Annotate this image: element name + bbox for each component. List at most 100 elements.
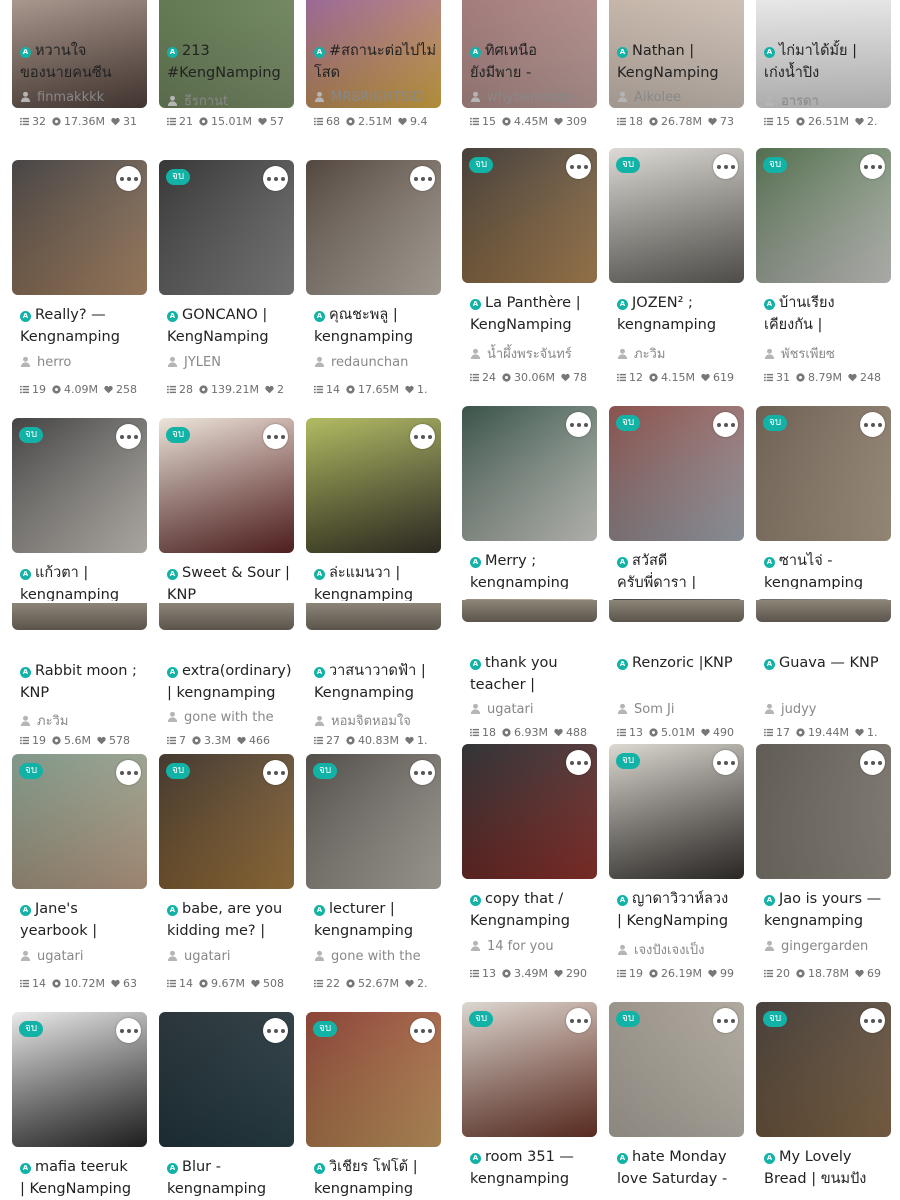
author-name[interactable]: whybemoody bbox=[470, 90, 597, 105]
story-card[interactable]: จบ A ญาดาวิวาห์ลวง | KengNamping เจงปังเจงเป… bbox=[609, 744, 744, 984]
more-options-icon[interactable] bbox=[713, 1008, 738, 1033]
story-card[interactable]: A คุณชะพลู | kengnamping redaunchan 14 17.65M… bbox=[306, 160, 441, 400]
story-card[interactable]: A ทิศเหนือ ยังมีพาย - whybemoody 15 4.45M 309 bbox=[462, 0, 597, 140]
story-cover-image[interactable]: จบ bbox=[159, 418, 294, 553]
story-cover-image[interactable]: จบ bbox=[159, 160, 294, 295]
author-name[interactable]: Aikolee bbox=[617, 90, 744, 105]
story-title[interactable]: A Jane's yearbook | bbox=[20, 898, 147, 942]
story-card[interactable]: จบ A แก้วตา | kengnamping bbox=[12, 418, 147, 601]
story-cover-image[interactable] bbox=[462, 744, 597, 879]
story-title[interactable]: Aextra(ordinary) | kengnamping bbox=[167, 660, 294, 704]
story-title[interactable]: A ไก่มาได้มั้ย | เก่งน้ำปิง bbox=[764, 40, 891, 84]
more-options-icon[interactable] bbox=[566, 154, 591, 179]
story-cover-image[interactable]: จบ bbox=[306, 754, 441, 889]
story-card[interactable]: Aextra(ordinary) | kengnamping gone with t… bbox=[159, 607, 294, 760]
author-name[interactable]: finmakkkk bbox=[20, 90, 147, 105]
author-name[interactable]: herro bbox=[20, 355, 147, 370]
story-cover-image[interactable] bbox=[12, 160, 147, 295]
story-card[interactable]: จบ A บ้านเรียง เคียงกัน | พัชรเพียซ 31 8.79M 24… bbox=[756, 148, 891, 388]
author-name[interactable]: ภะวิม bbox=[20, 710, 147, 731]
story-card[interactable]: A วาสนาวาดฟ้า | Kengnamping หอมจิตหอมใจ 27 40… bbox=[306, 607, 441, 760]
more-options-icon[interactable] bbox=[263, 166, 288, 191]
more-options-icon[interactable] bbox=[116, 1018, 141, 1043]
more-options-icon[interactable] bbox=[566, 750, 591, 775]
author-name[interactable]: ภะวิม bbox=[617, 343, 744, 364]
story-title[interactable]: A Merry ; kengnamping bbox=[470, 550, 597, 589]
author-name[interactable]: MRBRIGHTSID bbox=[314, 90, 441, 105]
story-title[interactable]: Athank you teacher | bbox=[470, 652, 597, 696]
story-cover-image[interactable]: จบ bbox=[756, 406, 891, 541]
story-title[interactable]: Alecturer | kengnamping bbox=[314, 898, 441, 942]
story-card[interactable]: A Jao is yours — kengnamping gingergarden 20… bbox=[756, 744, 891, 984]
more-options-icon[interactable] bbox=[410, 166, 435, 191]
author-name[interactable]: Som Ji bbox=[617, 702, 744, 717]
story-cover-image[interactable]: จบ bbox=[159, 754, 294, 889]
story-title[interactable]: A ล่ะแมนวา | kengnamping bbox=[314, 562, 441, 601]
story-title[interactable]: A วิเชียร โฟโต้ | kengnamping bbox=[314, 1156, 441, 1200]
author-name[interactable]: ugatari bbox=[167, 949, 294, 964]
story-title[interactable]: A แก้วตา | kengnamping bbox=[20, 562, 147, 601]
story-card[interactable]: A Rabbit moon ; KNP ภะวิม 19 5.6M 578 bbox=[12, 607, 147, 760]
story-card[interactable]: จบ A Jane's yearbook | ugatari 14 10.72M 63 bbox=[12, 754, 147, 994]
author-name[interactable]: gone with the bbox=[314, 949, 441, 964]
story-cover-image[interactable]: จบ bbox=[756, 148, 891, 283]
story-card[interactable]: A Nathan | KengNamping Aikolee 18 26.78M 73 bbox=[609, 0, 744, 140]
story-cover-image[interactable]: จบ bbox=[609, 148, 744, 283]
story-title[interactable]: A สวัสดี ครับพี่ดารา | bbox=[617, 550, 744, 589]
story-title[interactable]: Ababe, are you kidding me? | bbox=[167, 898, 294, 942]
more-options-icon[interactable] bbox=[116, 424, 141, 449]
story-title[interactable]: A Renzoric |KNP bbox=[617, 652, 744, 674]
more-options-icon[interactable] bbox=[263, 424, 288, 449]
story-title[interactable]: A หวานใจ ของนายคนซีน bbox=[20, 40, 147, 84]
author-name[interactable]: gingergarden bbox=[764, 939, 891, 954]
story-card[interactable]: จบ A La Panthère | KengNamping น้ำผึ้งพระจัน… bbox=[462, 148, 597, 388]
story-card[interactable]: จบ Ababe, are you kidding me? | ugatari 14 9.… bbox=[159, 754, 294, 994]
more-options-icon[interactable] bbox=[860, 1008, 885, 1033]
more-options-icon[interactable] bbox=[263, 760, 288, 785]
story-cover-image[interactable]: จบ bbox=[12, 418, 147, 553]
author-name[interactable]: ธีรกานt bbox=[167, 90, 294, 111]
story-card[interactable]: จบ Alecturer | kengnamping gone with the 22 5… bbox=[306, 754, 441, 994]
story-cover-image[interactable] bbox=[462, 406, 597, 541]
author-name[interactable]: gone with the bbox=[167, 710, 294, 725]
story-card[interactable]: จบ A สวัสดี ครับพี่ดารา | bbox=[609, 406, 744, 589]
story-card[interactable]: A Guava — KNP judyy 17 19.44M 1. bbox=[756, 599, 891, 752]
story-cover-image[interactable]: จบ bbox=[609, 744, 744, 879]
story-cover-image[interactable]: จบ bbox=[12, 1012, 147, 1147]
story-card[interactable]: A Really? — Kengnamping herro 19 4.09M 258 bbox=[12, 160, 147, 400]
story-cover-image[interactable]: จบ bbox=[609, 1002, 744, 1137]
story-title[interactable]: A คุณชะพลู | kengnamping bbox=[314, 304, 441, 348]
story-title[interactable]: A #สถานะต่อไปไม่ โสด bbox=[314, 40, 441, 84]
more-options-icon[interactable] bbox=[713, 154, 738, 179]
story-card[interactable]: Acopy that / Kengnamping 14 for you 13 3.49M… bbox=[462, 744, 597, 984]
story-title[interactable]: A บ้านเรียง เคียงกัน | bbox=[764, 292, 891, 336]
author-name[interactable]: ugatari bbox=[470, 702, 597, 717]
story-title[interactable]: A La Panthère | KengNamping bbox=[470, 292, 597, 336]
story-title[interactable]: Aroom 351 — kengnamping bbox=[470, 1146, 597, 1190]
story-title[interactable]: A JOZEN² ; kengnamping bbox=[617, 292, 744, 336]
story-cover-image[interactable]: จบ bbox=[462, 1002, 597, 1137]
more-options-icon[interactable] bbox=[116, 760, 141, 785]
story-card[interactable]: A ไก่มาได้มั้ย | เก่งน้ำปิง อารดา 15 26.51M 2. bbox=[756, 0, 891, 140]
story-title[interactable]: A Really? — Kengnamping bbox=[20, 304, 147, 348]
more-options-icon[interactable] bbox=[713, 750, 738, 775]
story-card[interactable]: จบ Aroom 351 — kengnamping bbox=[462, 1002, 597, 1192]
story-card[interactable]: จบ Amafia teeruk | KengNamping bbox=[12, 1012, 147, 1200]
story-cover-image[interactable]: จบ bbox=[609, 406, 744, 541]
story-cover-image[interactable]: จบ bbox=[12, 754, 147, 889]
story-cover-image[interactable]: จบ bbox=[306, 1012, 441, 1147]
more-options-icon[interactable] bbox=[860, 154, 885, 179]
story-title[interactable]: A GONCANO | KengNamping bbox=[167, 304, 294, 348]
author-name[interactable]: redaunchan bbox=[314, 355, 441, 370]
more-options-icon[interactable] bbox=[116, 166, 141, 191]
story-title[interactable]: A Nathan | KengNamping bbox=[617, 40, 744, 84]
story-title[interactable]: Ahate Monday love Saturday - bbox=[617, 1146, 744, 1190]
author-name[interactable]: 14 for you bbox=[470, 939, 597, 954]
author-name[interactable]: เจงปังเจงเป็ง bbox=[617, 939, 744, 960]
story-card[interactable]: A หวานใจ ของนายคนซีน finmakkkk 32 17.36M 31 bbox=[12, 0, 147, 140]
story-title[interactable]: A Sweet & Sour | KNP bbox=[167, 562, 294, 601]
story-title[interactable]: Acopy that / Kengnamping bbox=[470, 888, 597, 932]
story-card[interactable]: จบ A GONCANO | KengNamping JYLEN 28 139.21M 2 bbox=[159, 160, 294, 400]
story-title[interactable]: A 213 #KengNamping bbox=[167, 40, 294, 84]
story-card[interactable]: A Merry ; kengnamping bbox=[462, 406, 597, 589]
